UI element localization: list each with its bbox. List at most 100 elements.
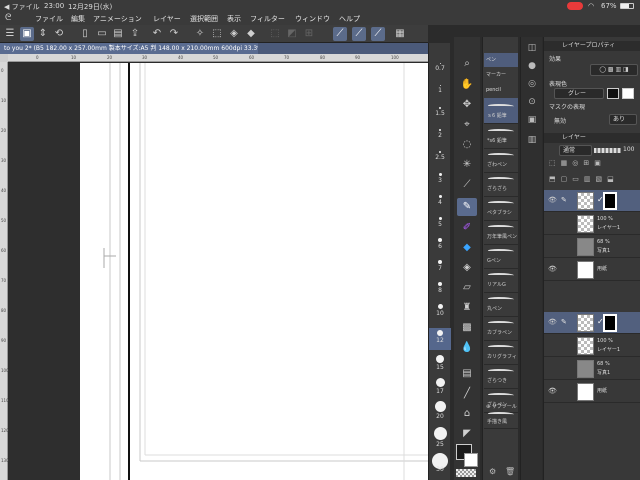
subtool-brush-item[interactable]: リアルG: [484, 267, 518, 293]
brush-size-option[interactable]: 3: [429, 171, 451, 189]
subtool-settings-icon[interactable]: ⚙: [489, 467, 496, 476]
snap-icon[interactable]: ▦: [393, 27, 407, 41]
menu-animation[interactable]: アニメーション: [93, 14, 142, 24]
menu-file[interactable]: ファイル: [35, 14, 63, 24]
subtool-brush-item[interactable]: 万年筆風ペン: [484, 219, 518, 245]
app-logo-icon[interactable]: ᘓ: [5, 13, 11, 23]
menu-filter[interactable]: フィルター: [250, 14, 285, 24]
brush-size-option[interactable]: 25: [429, 426, 451, 451]
subtool-brush-item[interactable]: カブラペン: [484, 315, 518, 341]
material-icon[interactable]: ▣: [524, 113, 540, 127]
lasso-tool-icon[interactable]: ◌: [457, 136, 477, 154]
invert-selection-icon[interactable]: ◩: [285, 27, 299, 41]
brush-size-option[interactable]: 17: [429, 377, 451, 399]
sync-icon[interactable]: ⟲: [52, 27, 66, 41]
brush-size-option[interactable]: 10: [429, 303, 451, 323]
magic-wand-icon[interactable]: ✳: [457, 156, 477, 174]
canvas-area[interactable]: [9, 63, 428, 480]
zoom-tool-icon[interactable]: ⌕: [457, 55, 477, 73]
deselect-icon[interactable]: ⬚: [268, 27, 282, 41]
undo-icon[interactable]: ↶: [150, 27, 164, 41]
history-icon[interactable]: ▥: [524, 133, 540, 147]
quick-access-icon[interactable]: ▣: [20, 27, 34, 41]
layer-row[interactable]: 👁 用紙: [544, 381, 640, 403]
stroke-stabilize-icon-3[interactable]: ⟋: [371, 27, 385, 41]
move-tool-icon[interactable]: ✥: [457, 96, 477, 114]
menu-window[interactable]: ウィンドウ: [295, 14, 330, 24]
subtool-brush-item[interactable]: 手描き風: [484, 409, 518, 429]
frame-tool-icon[interactable]: ⌂: [457, 405, 477, 423]
subtool-brush-item[interactable]: Gペン: [484, 243, 518, 269]
export-icon[interactable]: ⇪: [128, 27, 142, 41]
fill-tool-icon[interactable]: ◈: [457, 259, 477, 277]
menu-selection[interactable]: 選択範囲: [190, 14, 218, 24]
gradient-tool-icon[interactable]: ▤: [457, 365, 477, 383]
pen-tool-icon[interactable]: ✎: [457, 198, 477, 216]
layer-property-header[interactable]: レイヤープロパティ: [544, 41, 640, 51]
sub-color-swatch[interactable]: [464, 453, 478, 467]
blend-tool-icon[interactable]: ♜: [457, 299, 477, 317]
brush-size-option[interactable]: 2: [429, 127, 451, 145]
layer-row[interactable]: 👁 用紙: [544, 259, 640, 281]
brush-size-option[interactable]: 0.7: [429, 61, 451, 79]
brush-size-panel-icon[interactable]: ●: [524, 59, 540, 73]
object-tool-icon[interactable]: ⌖: [457, 116, 477, 134]
tool-property-icon[interactable]: ◫: [524, 41, 540, 55]
subtool-group-pen[interactable]: ペン: [484, 53, 518, 67]
pattern-tool-icon[interactable]: ▩: [457, 319, 477, 337]
drop-tool-icon[interactable]: 💧: [457, 339, 477, 357]
visibility-eye-icon[interactable]: 👁: [548, 387, 557, 395]
brush-size-option[interactable]: 15: [429, 354, 451, 376]
add-subtool-button-visible[interactable]: ⊕ サブツール: [486, 403, 517, 410]
layer-panel-header[interactable]: レイヤー: [544, 133, 640, 143]
eyedropper-icon[interactable]: ⟋: [457, 176, 477, 194]
new-file-icon[interactable]: ▯: [78, 27, 92, 41]
menu-help[interactable]: ヘルプ: [339, 14, 360, 24]
ruler-horizontal[interactable]: 0 10 20 30 40 50 60 70 80 90 100: [8, 54, 428, 62]
subtool-brush-item[interactable]: カリグラフィ: [484, 339, 518, 365]
layer-toolbar-row1[interactable]: ⬚▦◎⊞▣: [549, 159, 639, 169]
black-swatch[interactable]: [607, 88, 619, 99]
save-icon[interactable]: ▤: [111, 27, 125, 41]
layer-row[interactable]: 68 % 写真1: [544, 236, 640, 258]
subtool-brush-item[interactable]: 丸ペン: [484, 291, 518, 317]
swap-icon[interactable]: ⇕: [36, 27, 50, 41]
hand-tool-icon[interactable]: ✋: [457, 76, 477, 94]
brush-size-option[interactable]: 5: [429, 215, 451, 233]
visibility-eye-icon[interactable]: 👁: [548, 318, 557, 326]
menu-layer[interactable]: レイヤー: [153, 14, 181, 24]
redo-icon[interactable]: ↷: [167, 27, 181, 41]
transparent-color-swatch[interactable]: [456, 469, 476, 477]
blend-mode-select[interactable]: 通常: [559, 145, 592, 156]
menu-view[interactable]: 表示: [227, 14, 241, 24]
canvas-paper[interactable]: [80, 63, 428, 480]
brush-size-option[interactable]: 6: [429, 237, 451, 255]
subtool-group-marker[interactable]: マーカー: [484, 68, 518, 82]
layer-toolbar-row2[interactable]: ⬒▢▭▥▧⬓: [549, 175, 639, 185]
document-tab[interactable]: to you 2* (B5 182.00 x 257.00mm 製本サイズ:A5…: [0, 43, 258, 54]
white-swatch[interactable]: [622, 88, 634, 99]
selection-launcher-icon[interactable]: ⊞: [302, 27, 316, 41]
effect-buttons[interactable]: ◯ ▩ ▥ ◨: [590, 64, 638, 76]
brush-size-option[interactable]: 4: [429, 193, 451, 211]
stroke-stabilize-icon-2[interactable]: ⟋: [352, 27, 366, 41]
pencil-tool-icon[interactable]: ✐: [457, 219, 477, 237]
layer-row[interactable]: 👁 ✎ ✓: [544, 312, 640, 334]
subtool-brush-item[interactable]: ざらつき: [484, 363, 518, 389]
brush-size-option[interactable]: 8: [429, 281, 451, 299]
subtool-brush-item[interactable]: ざらざら: [484, 171, 518, 197]
subtool-delete-icon[interactable]: 🗑: [505, 467, 515, 476]
visibility-eye-icon[interactable]: 👁: [548, 265, 557, 273]
brush-size-option[interactable]: 1: [429, 83, 451, 101]
menu-edit[interactable]: 編集: [71, 14, 85, 24]
ruler-vertical[interactable]: 0 10 20 30 40 50 60 70 80 90 100 110 120…: [0, 62, 9, 480]
subtool-brush-item[interactable]: *s6 鉛筆: [484, 123, 518, 149]
navigator-icon[interactable]: ⊙: [524, 95, 540, 109]
expression-color-select[interactable]: グレー: [554, 88, 604, 99]
subtool-brush-item[interactable]: ざわペン: [484, 147, 518, 173]
eraser-tool-icon[interactable]: ▱: [457, 279, 477, 297]
brush-size-option[interactable]: 2.5: [429, 149, 451, 167]
brush-size-option[interactable]: 1.5: [429, 105, 451, 123]
menu-toggle-icon[interactable]: ☰: [3, 27, 17, 41]
subtool-brush-item[interactable]: ペタブラシ: [484, 195, 518, 221]
